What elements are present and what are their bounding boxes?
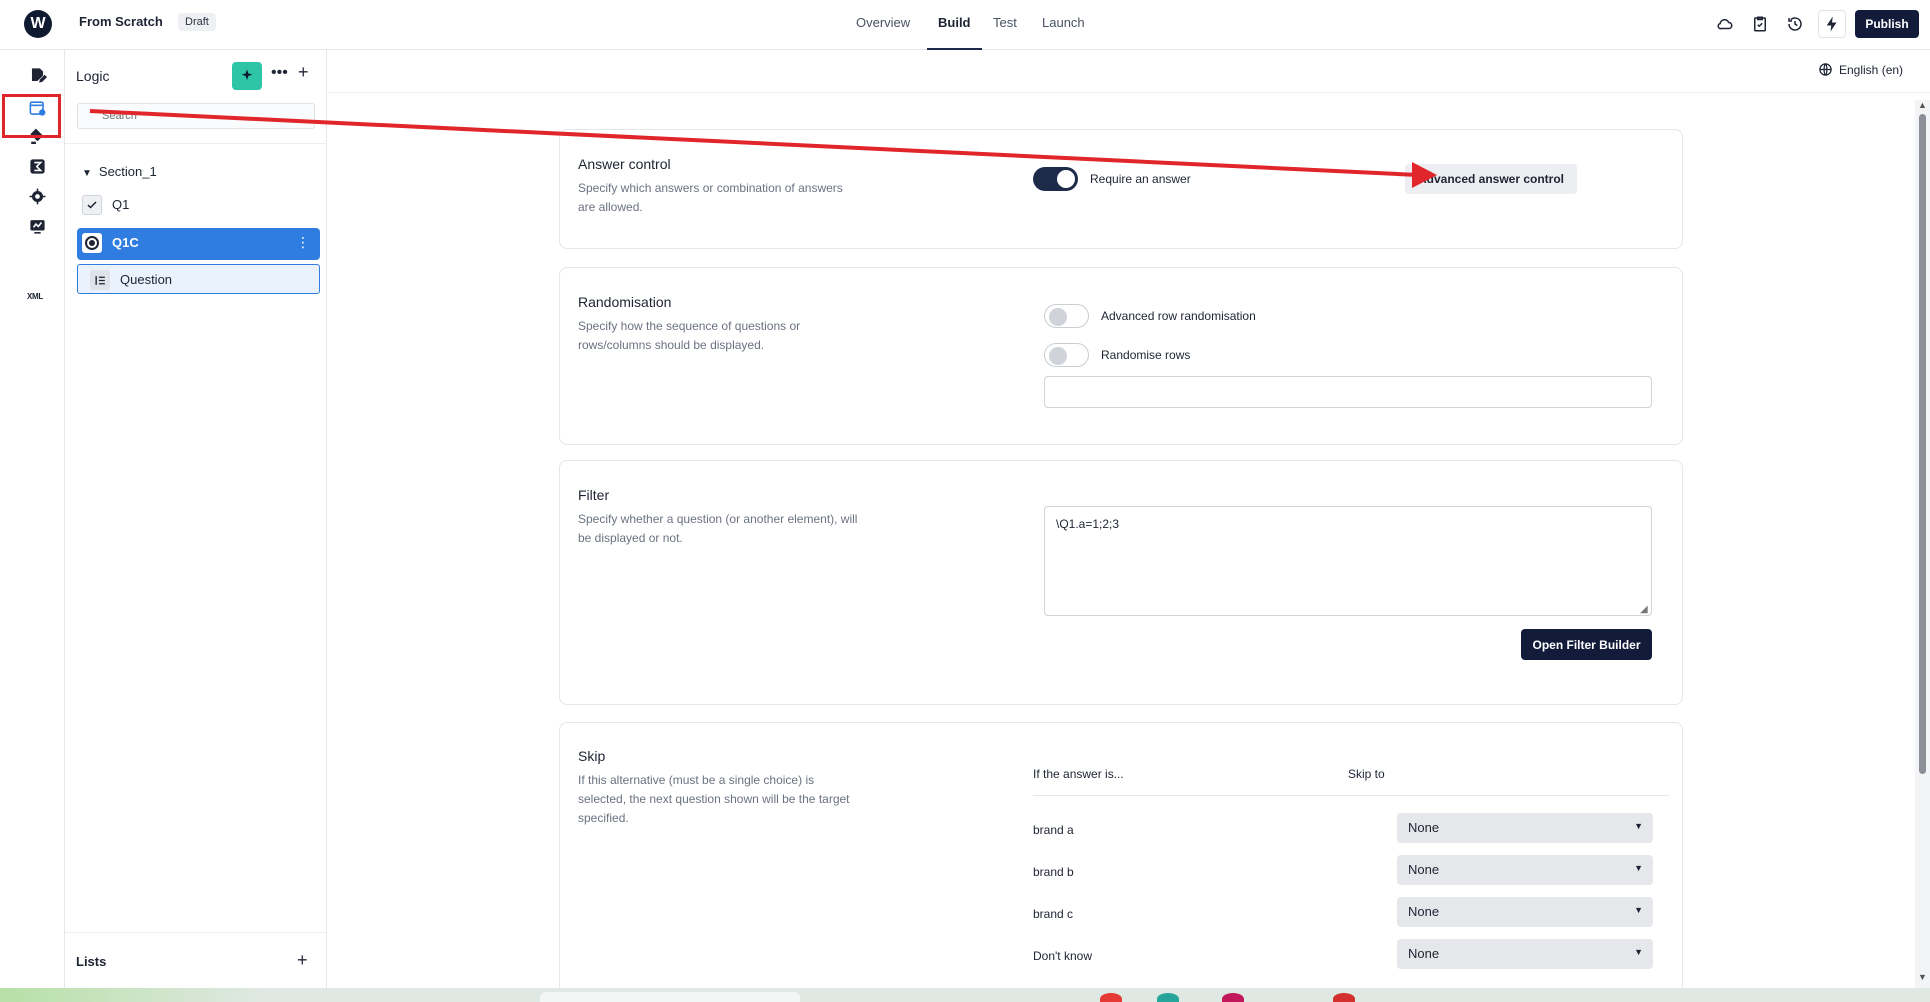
top-bar: W From Scratch Draft Overview Build Test… — [0, 0, 1930, 50]
main-content: English (en) Answer control Specify whic… — [328, 50, 1930, 1002]
icon-rail: XML — [0, 50, 65, 990]
ai-sparkle-button[interactable] — [232, 62, 262, 90]
skip-answer-label: brand a — [1033, 823, 1074, 837]
tab-overview[interactable]: Overview — [856, 0, 910, 50]
project-title: From Scratch — [79, 14, 163, 29]
advanced-answer-control-button[interactable]: Advanced answer control — [1405, 164, 1577, 194]
chevron-down-icon: ▼ — [82, 168, 92, 179]
status-badge: Draft — [178, 13, 216, 31]
card-title: Filter — [578, 487, 610, 503]
dropdown-arrow-icon: ▼ — [1634, 821, 1643, 831]
tree-item-label: Q1 — [112, 197, 130, 212]
divider — [65, 143, 327, 144]
divider — [1033, 795, 1669, 796]
advanced-row-randomisation-toggle[interactable] — [1044, 304, 1089, 328]
panel-title: Logic — [76, 68, 110, 84]
card-title: Randomisation — [578, 294, 672, 310]
skip-target-select[interactable]: None ▼ — [1397, 939, 1653, 969]
column-header-skip: Skip to — [1348, 767, 1385, 781]
skip-answer-label: brand b — [1033, 865, 1074, 879]
add-item-icon[interactable]: + — [298, 62, 309, 83]
skip-answer-label: Don't know — [1033, 949, 1092, 963]
os-taskbar — [0, 988, 1930, 1002]
skip-answer-label: brand c — [1033, 907, 1074, 921]
main-scrollbar[interactable]: ▲ ▼ — [1915, 100, 1930, 988]
globe-icon — [1819, 63, 1832, 76]
checklist-icon[interactable] — [1749, 13, 1771, 35]
card-title: Answer control — [578, 156, 671, 172]
tree-item-q1[interactable]: Q1 — [77, 190, 320, 220]
section-header[interactable]: ▼ Section_1 — [82, 164, 157, 179]
dropdown-arrow-icon: ▼ — [1634, 947, 1643, 957]
scroll-up-icon[interactable]: ▲ — [1918, 100, 1927, 110]
settings-icon[interactable] — [26, 185, 48, 207]
answer-control-card: Answer control Specify which answers or … — [559, 129, 1683, 249]
app-logo-icon[interactable]: W — [24, 10, 52, 38]
list-icon — [90, 270, 110, 290]
skip-target-select[interactable]: None ▼ — [1397, 855, 1653, 885]
toggle-label: Require an answer — [1090, 172, 1191, 186]
card-title: Skip — [578, 748, 606, 764]
scroll-down-icon[interactable]: ▼ — [1918, 972, 1927, 982]
open-filter-builder-button[interactable]: Open Filter Builder — [1521, 629, 1652, 660]
tab-test[interactable]: Test — [993, 0, 1017, 50]
toggle-label: Advanced row randomisation — [1101, 309, 1256, 323]
card-description: If this alternative (must be a single ch… — [578, 773, 850, 825]
tree-item-label: Q1C — [112, 235, 139, 250]
filter-card: Filter Specify whether a question (or an… — [559, 460, 1683, 705]
publish-button[interactable]: Publish — [1855, 10, 1919, 38]
randomisation-input[interactable] — [1044, 376, 1652, 408]
cloud-icon[interactable] — [1714, 13, 1736, 35]
radio-icon — [82, 233, 102, 253]
more-options-icon[interactable]: ••• — [271, 64, 288, 82]
tab-build[interactable]: Build — [927, 0, 982, 50]
randomisation-card: Randomisation Specify how the sequence o… — [559, 267, 1683, 445]
resize-grip-icon[interactable]: ◢ — [1640, 604, 1648, 615]
tree-item-question[interactable]: Question — [77, 264, 320, 294]
randomise-rows-toggle[interactable] — [1044, 343, 1089, 367]
logic-panel: Logic ••• + ▼Section_1 Q1 Q1C ⋮ — [65, 50, 327, 990]
tree-item-label: Question — [120, 272, 173, 287]
lists-heading: Lists — [76, 954, 107, 969]
filter-expression-textarea[interactable]: \Q1.a=1;2;3 — [1044, 506, 1652, 616]
divider — [65, 932, 327, 933]
language-selector[interactable]: English (en) — [1818, 62, 1903, 77]
kebab-menu-icon[interactable]: ⋮ — [296, 234, 310, 251]
tab-launch[interactable]: Launch — [1042, 0, 1085, 50]
formula-icon[interactable] — [26, 155, 48, 177]
search-input[interactable] — [77, 103, 315, 129]
xml-icon[interactable]: XML — [27, 292, 43, 301]
divider — [328, 92, 1930, 93]
scrollbar-thumb[interactable] — [1919, 114, 1926, 774]
toggle-label: Randomise rows — [1101, 348, 1191, 362]
dropdown-arrow-icon: ▼ — [1634, 863, 1643, 873]
column-header-answer: If the answer is... — [1033, 767, 1124, 781]
add-list-icon[interactable]: + — [297, 950, 308, 971]
require-answer-toggle[interactable] — [1033, 167, 1078, 191]
skip-target-select[interactable]: None ▼ — [1397, 813, 1653, 843]
monitor-icon[interactable] — [26, 215, 48, 237]
app-window: W From Scratch Draft Overview Build Test… — [0, 0, 1930, 1002]
highlight-annotation — [2, 94, 61, 138]
card-description: Specify which answers or combination of … — [578, 181, 843, 214]
checkbox-icon — [82, 195, 102, 215]
dropdown-arrow-icon: ▼ — [1634, 905, 1643, 915]
sparkle-icon — [241, 69, 253, 80]
card-description: Specify how the sequence of questions or… — [578, 319, 801, 352]
edit-icon[interactable] — [26, 64, 48, 86]
card-description: Specify whether a question (or another e… — [578, 512, 858, 545]
bolt-icon[interactable] — [1818, 10, 1846, 38]
skip-target-select[interactable]: None ▼ — [1397, 897, 1653, 927]
tree-item-q1c[interactable]: Q1C ⋮ — [77, 228, 320, 260]
history-icon[interactable] — [1784, 13, 1806, 35]
skip-card: Skip If this alternative (must be a sing… — [559, 722, 1683, 1002]
